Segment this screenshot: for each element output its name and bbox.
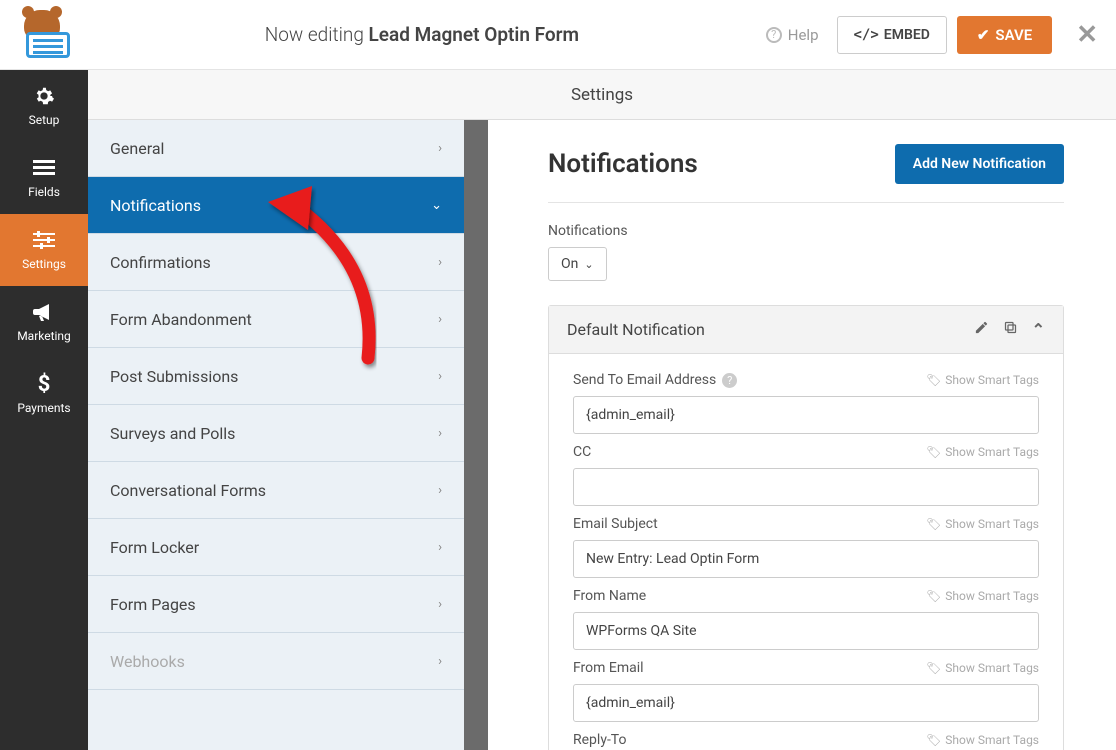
nav-marketing[interactable]: Marketing xyxy=(0,286,88,358)
nav-settings[interactable]: Settings xyxy=(0,214,88,286)
field-label: Email Subject xyxy=(573,516,658,532)
smart-tags-link[interactable]: 🏷Show Smart Tags xyxy=(926,445,1039,459)
nav-payments[interactable]: $ Payments xyxy=(0,358,88,430)
nav-label: Setup xyxy=(29,113,60,127)
submenu-surveys-polls[interactable]: Surveys and Polls› xyxy=(88,405,464,462)
panel-title: Default Notification xyxy=(567,320,705,339)
chevron-down-icon: ⌄ xyxy=(431,198,442,213)
tag-icon: 🏷 xyxy=(926,589,941,603)
edit-icon[interactable] xyxy=(974,320,989,339)
chevron-right-icon: › xyxy=(438,255,442,270)
chevron-right-icon: › xyxy=(438,597,442,612)
code-icon: </> xyxy=(854,27,879,43)
submenu-webhooks[interactable]: Webhooks› xyxy=(88,633,464,690)
toggle-label: Notifications xyxy=(548,223,1064,239)
submenu-confirmations[interactable]: Confirmations› xyxy=(88,234,464,291)
submenu-conversational[interactable]: Conversational Forms› xyxy=(88,462,464,519)
add-notification-button[interactable]: Add New Notification xyxy=(895,144,1064,184)
tag-icon: 🏷 xyxy=(926,661,941,675)
sliders-icon xyxy=(33,229,55,251)
check-icon: ✔ xyxy=(977,26,990,44)
submenu-form-pages[interactable]: Form Pages› xyxy=(88,576,464,633)
fromemail-input[interactable] xyxy=(573,684,1039,722)
notifications-toggle[interactable]: On ⌄ xyxy=(548,247,607,281)
field-label: CC xyxy=(573,444,591,460)
chevron-right-icon: › xyxy=(438,483,442,498)
chevron-right-icon: › xyxy=(438,312,442,327)
close-icon[interactable]: ✕ xyxy=(1076,20,1098,50)
fromname-input[interactable] xyxy=(573,612,1039,650)
app-logo[interactable] xyxy=(18,10,78,60)
left-sidebar: Setup Fields Settings Marketing $ Paymen… xyxy=(0,70,88,750)
chevron-up-icon[interactable]: ⌃ xyxy=(1032,320,1045,339)
tag-icon: 🏷 xyxy=(926,517,941,531)
field-label: From Name xyxy=(573,588,646,604)
nav-label: Marketing xyxy=(17,329,71,343)
smart-tags-link[interactable]: 🏷Show Smart Tags xyxy=(926,589,1039,603)
chevron-right-icon: › xyxy=(438,426,442,441)
submenu-post-submissions[interactable]: Post Submissions› xyxy=(88,348,464,405)
smart-tags-link[interactable]: 🏷Show Smart Tags xyxy=(926,517,1039,531)
tag-icon: 🏷 xyxy=(926,373,941,387)
dollar-icon: $ xyxy=(33,373,55,395)
field-label: Send To Email Address? xyxy=(573,372,737,388)
cc-input[interactable] xyxy=(573,468,1039,506)
nav-fields[interactable]: Fields xyxy=(0,142,88,214)
subject-input[interactable] xyxy=(573,540,1039,578)
help-link[interactable]: ? Help xyxy=(766,26,819,44)
chevron-right-icon: › xyxy=(438,654,442,669)
list-icon xyxy=(33,157,55,179)
nav-setup[interactable]: Setup xyxy=(0,70,88,142)
help-icon[interactable]: ? xyxy=(722,373,737,388)
content-area: Notifications Add New Notification Notif… xyxy=(512,120,1100,750)
help-icon: ? xyxy=(766,27,782,43)
settings-submenu: General› Notifications⌄ Confirmations› F… xyxy=(88,120,488,750)
save-button[interactable]: ✔ SAVE xyxy=(957,16,1052,54)
nav-label: Payments xyxy=(17,401,70,415)
submenu-general[interactable]: General› xyxy=(88,120,464,177)
copy-icon[interactable] xyxy=(1003,320,1018,339)
tag-icon: 🏷 xyxy=(926,445,941,459)
editing-title: Now editing Lead Magnet Optin Form xyxy=(78,23,766,46)
submenu-form-abandonment[interactable]: Form Abandonment› xyxy=(88,291,464,348)
smart-tags-link[interactable]: 🏷Show Smart Tags xyxy=(926,733,1039,747)
settings-heading: Settings xyxy=(88,70,1116,120)
field-label: Reply-To xyxy=(573,732,626,748)
chevron-right-icon: › xyxy=(438,540,442,555)
smart-tags-link[interactable]: 🏷Show Smart Tags xyxy=(926,661,1039,675)
tag-icon: 🏷 xyxy=(926,733,941,747)
chevron-right-icon: › xyxy=(438,369,442,384)
notification-panel: Default Notification ⌃ Send To Email Add… xyxy=(548,305,1064,750)
page-title: Notifications xyxy=(548,149,698,179)
submenu-notifications[interactable]: Notifications⌄ xyxy=(88,177,464,234)
megaphone-icon xyxy=(33,301,55,323)
chevron-down-icon: ⌄ xyxy=(584,258,593,271)
sendto-input[interactable] xyxy=(573,396,1039,434)
field-label: From Email xyxy=(573,660,644,676)
submenu-form-locker[interactable]: Form Locker› xyxy=(88,519,464,576)
embed-button[interactable]: </> EMBED xyxy=(837,16,947,54)
chevron-right-icon: › xyxy=(438,141,442,156)
nav-label: Settings xyxy=(22,257,66,271)
gear-icon xyxy=(33,85,55,107)
nav-label: Fields xyxy=(28,185,60,199)
smart-tags-link[interactable]: 🏷Show Smart Tags xyxy=(926,373,1039,387)
